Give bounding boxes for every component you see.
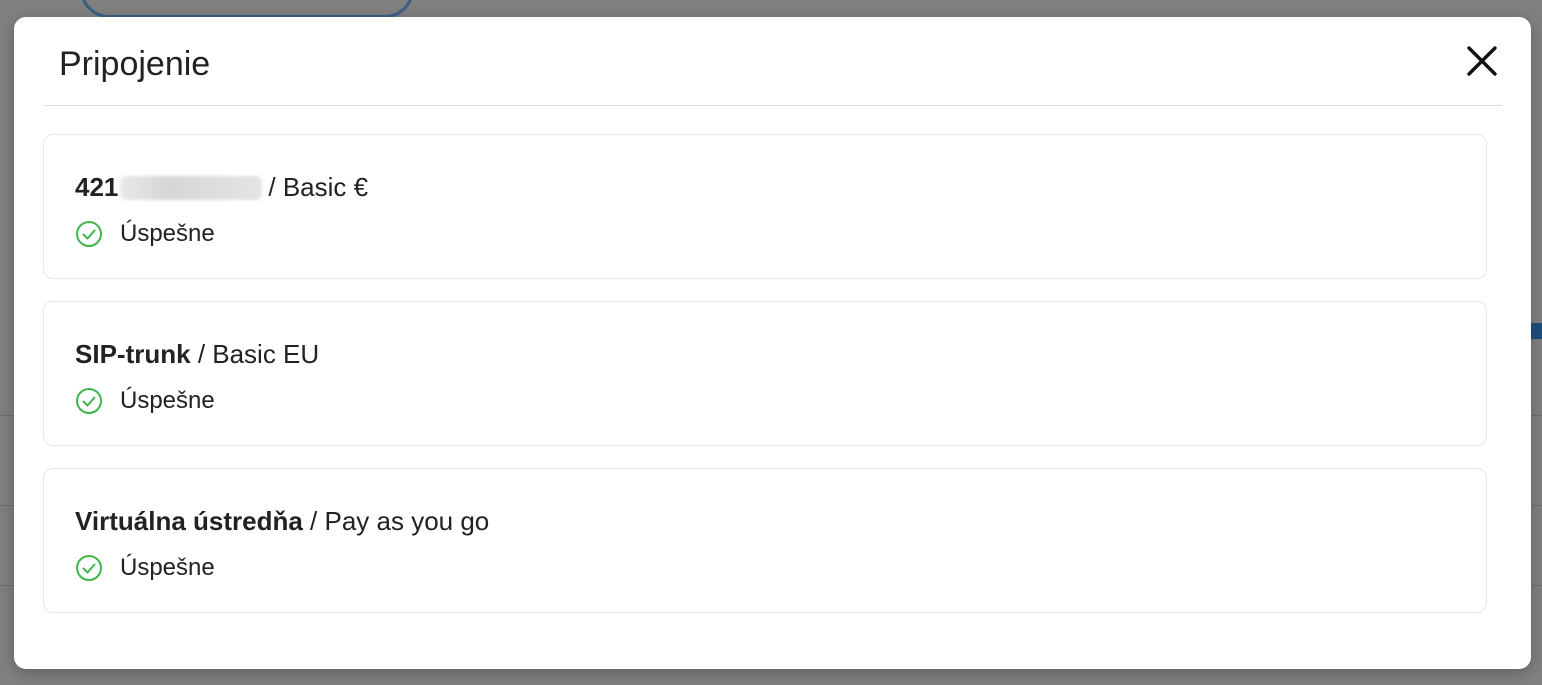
check-circle-icon — [76, 221, 102, 247]
check-circle-icon — [76, 555, 102, 581]
connection-plan: / Pay as you go — [310, 506, 490, 536]
connection-name: 421 — [75, 172, 119, 202]
status-text: Úspešne — [120, 220, 215, 247]
connection-dialog: Pripojenie 421/ Basic € Úspešne SIP-trun… — [14, 17, 1531, 669]
connection-plan: / Basic EU — [197, 339, 320, 369]
connection-card: SIP-trunk / Basic EU Úspešne — [43, 301, 1487, 446]
connection-status: Úspešne — [75, 219, 215, 249]
connection-plan: / Basic € — [268, 172, 369, 202]
connection-card: 421 / Basic € Úspešne — [43, 134, 1487, 279]
status-text: Úspešne — [120, 554, 215, 581]
dialog-title: Pripojenie — [59, 45, 211, 83]
connection-title: 421 / Basic € — [75, 171, 368, 203]
connection-title: Virtuálna ústredňa / Pay as you go — [75, 505, 489, 537]
connection-status: Úspešne — [75, 386, 215, 416]
status-text: Úspešne — [120, 387, 215, 414]
dialog-header: Pripojenie — [44, 17, 1502, 106]
connection-list: 421 / Basic € Úspešne SIP-trunk / Basic E… — [43, 134, 1487, 635]
connection-title: SIP-trunk / Basic EU — [75, 338, 319, 370]
redacted-number — [120, 176, 263, 200]
check-circle-icon — [76, 388, 102, 414]
background-accent — [1530, 323, 1542, 339]
connection-name: SIP-trunk — [75, 339, 191, 369]
connection-card: Virtuálna ústredňa / Pay as you go Úspeš… — [43, 468, 1487, 613]
close-icon — [1467, 46, 1497, 76]
connection-name: Virtuálna ústredňa — [75, 506, 303, 536]
connection-status: Úspešne — [75, 553, 215, 583]
background-tab — [80, 0, 414, 18]
close-button[interactable] — [1462, 41, 1502, 81]
